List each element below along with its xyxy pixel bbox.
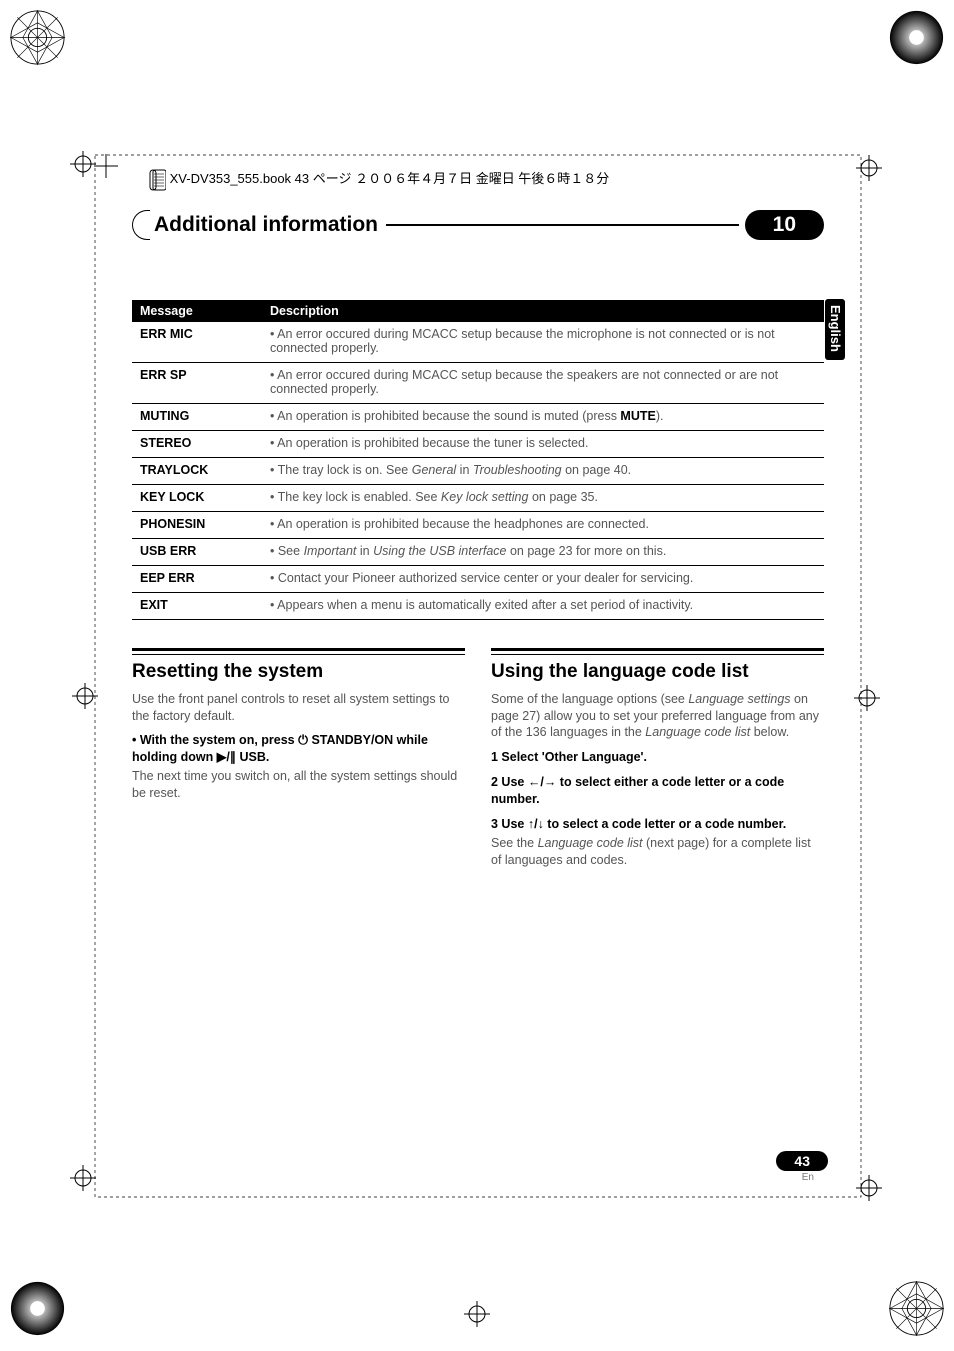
msg-cell: MUTING	[132, 404, 262, 431]
play-pause-icon: ▶/∥	[217, 750, 236, 764]
table-row: TRAYLOCK• The tray lock is on. See Gener…	[132, 458, 824, 485]
table-row: KEY LOCK• The key lock is enabled. See K…	[132, 485, 824, 512]
step-text: • With the system on, press ⏻ STANDBY/ON…	[132, 732, 465, 766]
table-row: MUTING• An operation is prohibited becau…	[132, 404, 824, 431]
msg-cell: PHONESIN	[132, 512, 262, 539]
message-table: Message Description ERR MIC• An error oc…	[132, 300, 824, 620]
table-row: STEREO• An operation is prohibited becau…	[132, 431, 824, 458]
reg-mark	[464, 1301, 490, 1332]
desc-cell: • The tray lock is on. See General in Tr…	[262, 458, 824, 485]
corner-mark-tr	[889, 10, 944, 70]
body-text: The next time you switch on, all the sys…	[132, 768, 465, 802]
table-row: EXIT• Appears when a menu is automatical…	[132, 593, 824, 620]
chapter-number: 10	[745, 210, 824, 240]
desc-cell: • An error occured during MCACC setup be…	[262, 322, 824, 363]
msg-cell: USB ERR	[132, 539, 262, 566]
power-icon: ⏻	[298, 733, 308, 747]
page-footer: 43 En	[776, 1151, 828, 1183]
desc-cell: • An operation is prohibited because the…	[262, 431, 824, 458]
section-heading-wrap: Resetting the system	[132, 648, 465, 685]
table-row: ERR SP• An error occured during MCACC se…	[132, 363, 824, 404]
left-column: Resetting the system Use the front panel…	[132, 648, 465, 873]
right-column: Using the language code list Some of the…	[491, 648, 824, 873]
step-2: 2 Use ←/→ to select either a code letter…	[491, 774, 824, 808]
corner-mark-br	[889, 1281, 944, 1341]
page-lang: En	[776, 1172, 828, 1183]
table-row: PHONESIN• An operation is prohibited bec…	[132, 512, 824, 539]
section-heading: Resetting the system	[132, 654, 465, 685]
table-row: USB ERR• See Important in Using the USB …	[132, 539, 824, 566]
desc-cell: • An operation is prohibited because the…	[262, 512, 824, 539]
section-heading-wrap: Using the language code list	[491, 648, 824, 685]
print-header: XV-DV353_555.book 43 ページ ２００６年４月７日 金曜日 午…	[148, 168, 609, 191]
desc-cell: • Contact your Pioneer authorized servic…	[262, 566, 824, 593]
corner-mark-bl	[10, 1281, 65, 1341]
desc-cell: • An operation is prohibited because the…	[262, 404, 824, 431]
desc-cell: • An error occured during MCACC setup be…	[262, 363, 824, 404]
reg-mark	[70, 151, 96, 182]
desc-cell: • Appears when a menu is automatically e…	[262, 593, 824, 620]
title-bar-cap	[132, 210, 150, 240]
msg-cell: TRAYLOCK	[132, 458, 262, 485]
table-row: ERR MIC• An error occured during MCACC s…	[132, 322, 824, 363]
left-right-arrow-icon: ←/→	[528, 775, 556, 789]
msg-cell: STEREO	[132, 431, 262, 458]
desc-cell: • See Important in Using the USB interfa…	[262, 539, 824, 566]
up-down-arrow-icon: ↑/↓	[528, 817, 544, 831]
body-text: Some of the language options (see Langua…	[491, 691, 824, 742]
msg-cell: EXIT	[132, 593, 262, 620]
msg-cell: KEY LOCK	[132, 485, 262, 512]
language-tab: English	[825, 299, 845, 360]
section-heading: Using the language code list	[491, 654, 824, 685]
table-row: EEP ERR• Contact your Pioneer authorized…	[132, 566, 824, 593]
msg-cell: EEP ERR	[132, 566, 262, 593]
msg-cell: ERR SP	[132, 363, 262, 404]
table-header-message: Message	[132, 300, 262, 322]
msg-cell: ERR MIC	[132, 322, 262, 363]
reg-mark	[70, 1165, 96, 1196]
step-1: 1 Select 'Other Language'.	[491, 749, 824, 766]
page-number: 43	[776, 1151, 828, 1171]
desc-cell: • The key lock is enabled. See Key lock …	[262, 485, 824, 512]
section-title: Additional information	[154, 213, 386, 237]
title-bar: Additional information 10	[132, 210, 824, 240]
step-3: 3 Use ↑/↓ to select a code letter or a c…	[491, 816, 824, 833]
table-header-description: Description	[262, 300, 824, 322]
title-bar-line	[386, 224, 739, 226]
corner-mark-tl	[10, 10, 65, 70]
body-text: See the Language code list (next page) f…	[491, 835, 824, 869]
print-header-text: XV-DV353_555.book 43 ページ ２００６年４月７日 金曜日 午…	[170, 171, 610, 186]
body-text: Use the front panel controls to reset al…	[132, 691, 465, 725]
